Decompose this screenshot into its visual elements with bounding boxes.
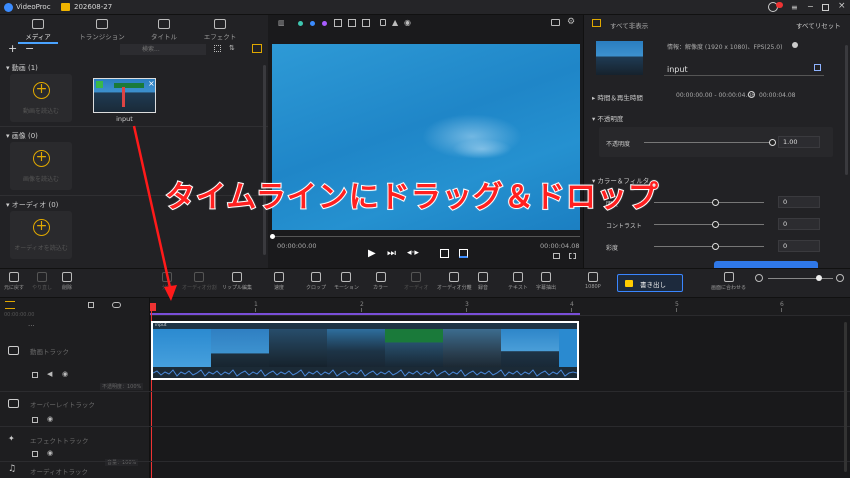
app-window: VideoProc 202608-27 ≡ − × メディア トランジション タ… xyxy=(0,0,850,478)
drag-arrow-annotation xyxy=(132,125,177,301)
caption-overlay: タイムラインにドラッグ＆ドロップ xyxy=(164,179,659,216)
